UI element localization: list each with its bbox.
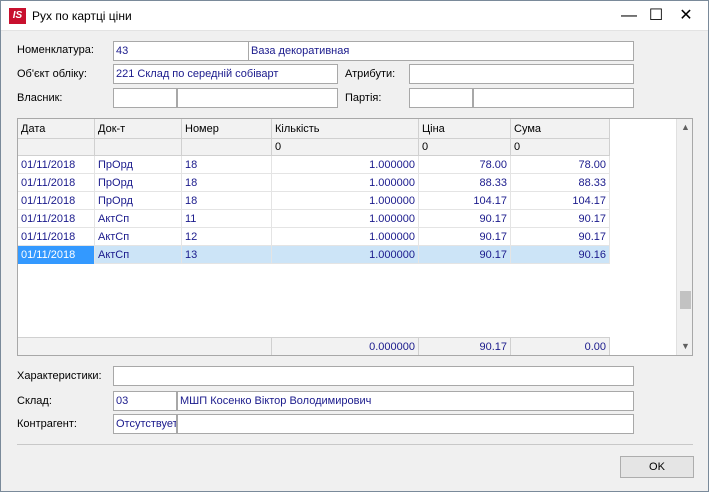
cell-sum: 78.00 — [511, 156, 610, 174]
cell-price: 90.17 — [419, 228, 511, 246]
attributes-field[interactable] — [409, 64, 634, 84]
cell-price: 104.17 — [419, 192, 511, 210]
cell-quantity: 1.000000 — [272, 174, 419, 192]
nomenclature-name-field[interactable]: Ваза декоративная — [248, 41, 634, 61]
table-row[interactable]: 01/11/2018 АктСп 12 1.000000 90.17 90.17 — [18, 228, 610, 246]
app-logo-icon: IS — [9, 8, 26, 24]
dialog-window: IS Рух по картці ціни — ☐ ✕ Номенклатура… — [0, 0, 709, 492]
scrollbar-thumb[interactable] — [680, 291, 691, 309]
footer-price-total: 90.17 — [419, 338, 511, 355]
vertical-scrollbar[interactable]: ▲ ▼ — [676, 119, 692, 355]
attributes-label: Атрибути: — [345, 68, 396, 80]
footer-sum-total: 0.00 — [511, 338, 610, 355]
column-header-doc[interactable]: Док-т — [95, 119, 182, 139]
counterparty-name-field[interactable] — [177, 414, 634, 434]
batch-code-field[interactable] — [409, 88, 473, 108]
filter-quantity[interactable]: 0 — [272, 139, 419, 156]
filter-date[interactable] — [18, 139, 95, 156]
maximize-icon[interactable]: ☐ — [641, 1, 671, 31]
column-header-quantity[interactable]: Кількість — [272, 119, 419, 139]
cell-number: 12 — [182, 228, 272, 246]
cell-number: 18 — [182, 192, 272, 210]
table-footer-totals: 0.000000 90.17 0.00 — [18, 337, 610, 355]
table-row[interactable]: 01/11/2018 АктСп 11 1.000000 90.17 90.17 — [18, 210, 610, 228]
cell-doc: АктСп — [95, 210, 182, 228]
cell-number: 18 — [182, 174, 272, 192]
cell-date: 01/11/2018 — [18, 156, 95, 174]
footer-divider — [17, 444, 693, 445]
cell-doc: АктСп — [95, 246, 182, 264]
owner-name-field[interactable] — [177, 88, 338, 108]
cell-price: 90.17 — [419, 246, 511, 264]
owner-label: Власник: — [17, 92, 63, 104]
cell-date: 01/11/2018 — [18, 192, 95, 210]
cell-sum: 104.17 — [511, 192, 610, 210]
cell-sum: 90.17 — [511, 228, 610, 246]
cell-doc: ПрОрд — [95, 192, 182, 210]
column-header-number[interactable]: Номер — [182, 119, 272, 139]
nomenclature-code-field[interactable]: 43 — [113, 41, 249, 61]
cell-date: 01/11/2018 — [18, 174, 95, 192]
scroll-up-icon[interactable]: ▲ — [677, 119, 692, 136]
counterparty-label: Контрагент: — [17, 418, 77, 430]
filter-doc[interactable] — [95, 139, 182, 156]
warehouse-label: Склад: — [17, 395, 52, 407]
cell-doc: ПрОрд — [95, 156, 182, 174]
minimize-icon[interactable]: — — [614, 1, 644, 31]
cell-sum: 90.17 — [511, 210, 610, 228]
table-row[interactable]: 01/11/2018 АктСп 13 1.000000 90.17 90.16 — [18, 246, 610, 264]
cell-quantity: 1.000000 — [272, 210, 419, 228]
close-icon[interactable]: ✕ — [671, 1, 701, 31]
table-row[interactable]: 01/11/2018 ПрОрд 18 1.000000 78.00 78.00 — [18, 156, 610, 174]
cell-doc: ПрОрд — [95, 174, 182, 192]
cell-doc: АктСп — [95, 228, 182, 246]
filter-row: 0 0 0 — [18, 139, 610, 156]
cell-number: 11 — [182, 210, 272, 228]
window-title: Рух по картці ціни — [32, 9, 132, 23]
account-object-field[interactable]: 221 Склад по середній собіварт — [113, 64, 338, 84]
table-row[interactable]: 01/11/2018 ПрОрд 18 1.000000 104.17 104.17 — [18, 192, 610, 210]
column-header-price[interactable]: Ціна — [419, 119, 511, 139]
counterparty-code-field[interactable]: Отсутствует — [113, 414, 177, 434]
batch-label: Партія: — [345, 92, 382, 104]
cell-date: 01/11/2018 — [18, 210, 95, 228]
cell-date: 01/11/2018 — [18, 228, 95, 246]
owner-code-field[interactable] — [113, 88, 177, 108]
cell-sum: 88.33 — [511, 174, 610, 192]
scroll-down-icon[interactable]: ▼ — [677, 338, 692, 355]
table-row[interactable]: 01/11/2018 ПрОрд 18 1.000000 88.33 88.33 — [18, 174, 610, 192]
batch-name-field[interactable] — [473, 88, 634, 108]
filter-number[interactable] — [182, 139, 272, 156]
cell-quantity: 1.000000 — [272, 228, 419, 246]
account-object-label: Об'єкт обліку: — [17, 68, 87, 80]
cell-number: 13 — [182, 246, 272, 264]
cell-quantity: 1.000000 — [272, 156, 419, 174]
filter-price[interactable]: 0 — [419, 139, 511, 156]
column-header-date[interactable]: Дата — [18, 119, 95, 139]
characteristics-label: Характеристики: — [17, 370, 102, 382]
nomenclature-label: Номенклатура: — [17, 44, 94, 56]
cell-price: 88.33 — [419, 174, 511, 192]
cell-quantity: 1.000000 — [272, 192, 419, 210]
price-movement-table[interactable]: Дата Док-т Номер Кількість Ціна Сума 0 0… — [17, 118, 693, 356]
cell-price: 78.00 — [419, 156, 511, 174]
cell-quantity: 1.000000 — [272, 246, 419, 264]
ok-button[interactable]: OK — [620, 456, 694, 478]
warehouse-code-field[interactable]: 03 — [113, 391, 177, 411]
footer-quantity-total: 0.000000 — [272, 338, 419, 355]
cell-date: 01/11/2018 — [18, 246, 95, 264]
title-bar[interactable]: IS Рух по картці ціни — ☐ ✕ — [1, 1, 708, 31]
cell-number: 18 — [182, 156, 272, 174]
warehouse-name-field[interactable]: МШП Косенко Віктор Володимирович — [177, 391, 634, 411]
footer-spacer — [18, 338, 272, 355]
characteristics-field[interactable] — [113, 366, 634, 386]
column-header-sum[interactable]: Сума — [511, 119, 610, 139]
filter-sum[interactable]: 0 — [511, 139, 610, 156]
cell-price: 90.17 — [419, 210, 511, 228]
table-header: Дата Док-т Номер Кількість Ціна Сума — [18, 119, 610, 139]
cell-sum: 90.16 — [511, 246, 610, 264]
